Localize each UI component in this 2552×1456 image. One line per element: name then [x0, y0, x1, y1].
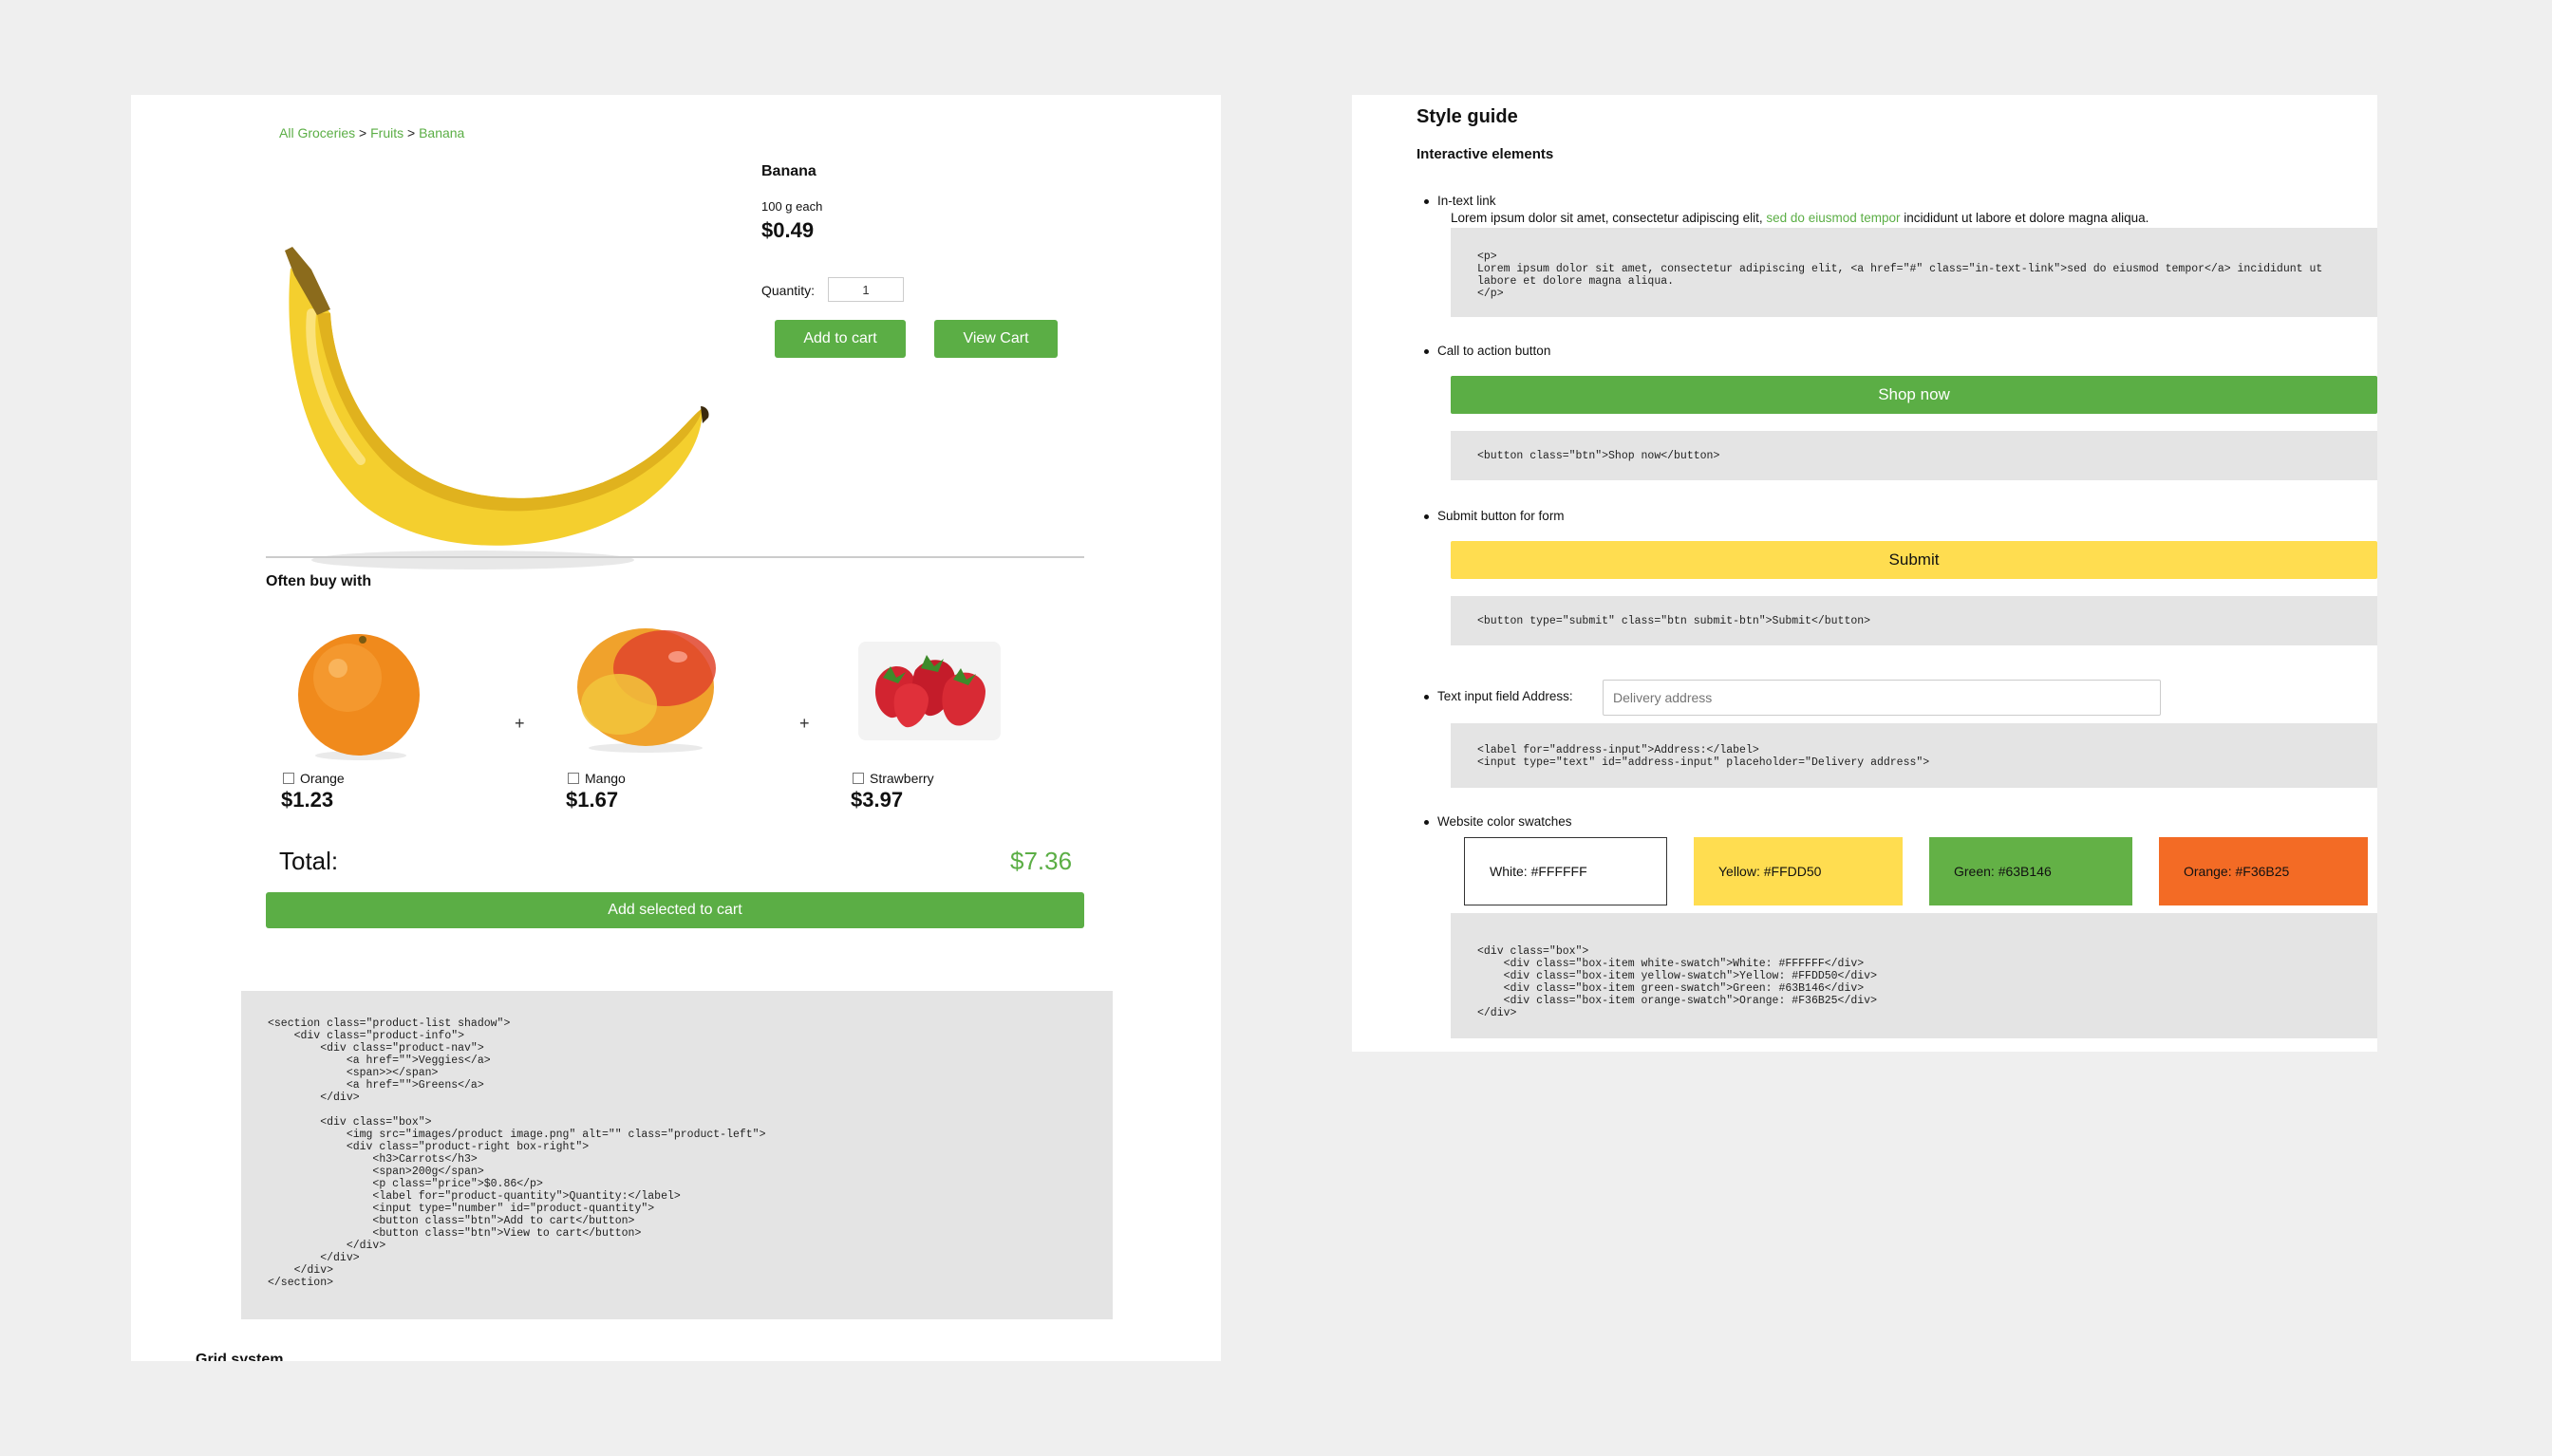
often-buy-title: Often buy with [266, 573, 372, 589]
paragraph-text: incididunt ut labore et dolore magna ali… [1900, 211, 2149, 225]
style-guide-panel: Style guide Interactive elements In-text… [1352, 95, 2377, 1052]
submit-label: Submit button for form [1424, 509, 1565, 523]
breadcrumb-link-banana[interactable]: Banana [419, 125, 464, 140]
style-guide-title: Style guide [1417, 106, 1518, 127]
checkbox[interactable] [853, 773, 864, 784]
mango-image [577, 628, 716, 753]
in-text-link[interactable]: sed do eiusmod tempor [1766, 211, 1900, 225]
in-text-link-code-block: <p> Lorem ipsum dolor sit amet, consecte… [1451, 228, 2377, 317]
text-input-code-block: <label for="address-input">Address:</lab… [1451, 723, 2377, 788]
fruit-checkbox-mango[interactable]: Mango [568, 771, 626, 786]
add-to-cart-button[interactable]: Add to cart [775, 320, 906, 358]
total-value: $7.36 [1010, 847, 1073, 875]
product-code-text: <section class="product-list shadow"> <d… [268, 1017, 766, 1289]
plus-sign: + [515, 714, 525, 733]
quantity-label: Quantity: [761, 283, 816, 298]
breadcrumb: All Groceries > Fruits > Banana [279, 125, 464, 140]
fruit-price-orange: $1.23 [281, 788, 334, 812]
cta-code: <button class="btn">Shop now</button> [1477, 450, 1720, 462]
view-cart-button[interactable]: View Cart [934, 320, 1058, 358]
swatches-code: <div class="box"> <div class="box-item w… [1477, 945, 1877, 1019]
breadcrumb-separator: > [359, 125, 367, 140]
fruit-name: Orange [300, 771, 345, 786]
checkbox[interactable] [283, 773, 294, 784]
address-input[interactable] [1603, 680, 2161, 716]
swatch-white: White: #FFFFFF [1464, 837, 1667, 905]
product-price: $0.49 [761, 218, 815, 242]
breadcrumb-link-all-groceries[interactable]: All Groceries [279, 125, 355, 140]
product-image-banana [285, 247, 709, 569]
fruit-checkbox-strawberry[interactable]: Strawberry [853, 771, 934, 786]
fruit-checkbox-orange[interactable]: Orange [283, 771, 345, 786]
shop-now-button[interactable]: Shop now [1451, 376, 2377, 414]
swatch-yellow: Yellow: #FFDD50 [1694, 837, 1903, 905]
fruit-price-mango: $1.67 [566, 788, 619, 812]
grid-system-heading: Grid system [196, 1352, 284, 1361]
fruit-name: Mango [585, 771, 626, 786]
add-selected-to-cart-button[interactable]: Add selected to cart [266, 892, 1084, 928]
strawberry-image [858, 642, 1001, 740]
submit-code: <button type="submit" class="btn submit-… [1477, 615, 1871, 627]
swatch-orange: Orange: #F36B25 [2159, 837, 2368, 905]
text-input-code: <label for="address-input">Address:</lab… [1477, 744, 1930, 769]
breadcrumb-separator: > [407, 125, 416, 140]
orange-image [298, 634, 420, 760]
submit-button[interactable]: Submit [1451, 541, 2377, 579]
breadcrumb-link-fruits[interactable]: Fruits [370, 125, 403, 140]
plus-sign: + [799, 714, 810, 733]
cta-code-block: <button class="btn">Shop now</button> [1451, 431, 2377, 480]
swatches-label: Website color swatches [1424, 814, 1572, 829]
fruit-price-strawberry: $3.97 [851, 788, 904, 812]
in-text-link-paragraph: Lorem ipsum dolor sit amet, consectetur … [1451, 211, 2149, 225]
cta-label: Call to action button [1423, 344, 1551, 358]
quantity-input[interactable] [828, 277, 904, 302]
section-divider [266, 556, 1084, 558]
swatch-green: Green: #63B146 [1929, 837, 2132, 905]
checkbox[interactable] [568, 773, 579, 784]
style-guide-subtitle: Interactive elements [1417, 146, 1554, 162]
total-label: Total: [279, 847, 339, 875]
product-code-block: <section class="product-list shadow"> <d… [241, 991, 1113, 1319]
submit-code-block: <button type="submit" class="btn submit-… [1451, 596, 2377, 645]
fruit-name: Strawberry [870, 771, 934, 786]
text-input-label: Text input field Address: [1424, 689, 1573, 703]
product-page-panel: All Groceries > Fruits > Banana Banana 1… [131, 95, 1221, 1361]
swatches-code-block: <div class="box"> <div class="box-item w… [1451, 913, 2377, 1038]
in-text-link-code: <p> Lorem ipsum dolor sit amet, consecte… [1477, 251, 2323, 300]
in-text-link-label: In-text link [1424, 194, 1496, 208]
product-weight: 100 g each [761, 199, 823, 214]
product-title: Banana [761, 163, 816, 179]
paragraph-text: Lorem ipsum dolor sit amet, consectetur … [1451, 211, 1767, 225]
